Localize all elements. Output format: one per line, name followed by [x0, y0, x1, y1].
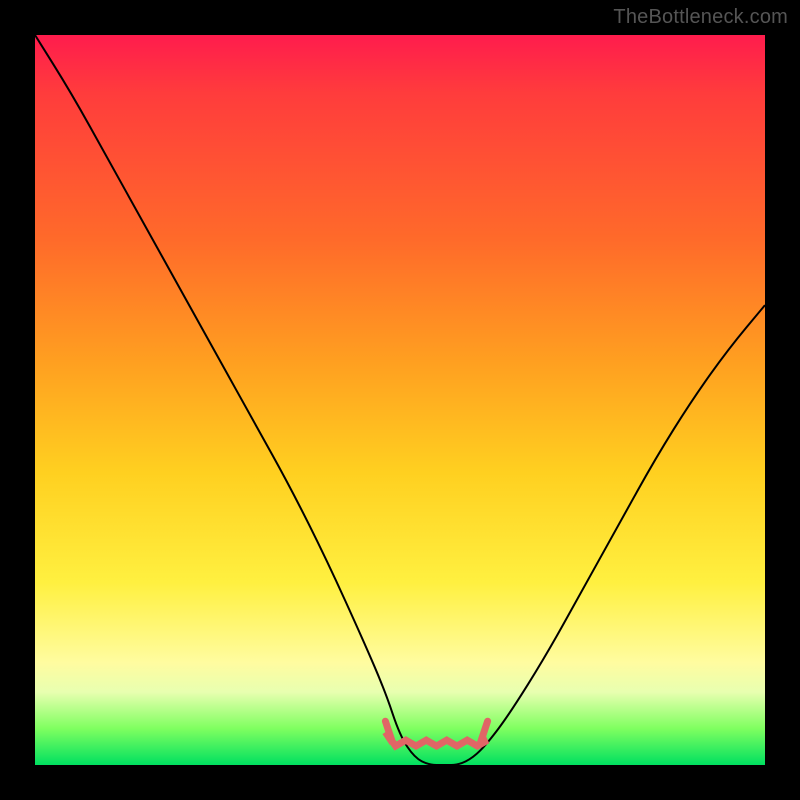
chart-svg: [35, 35, 765, 765]
plot-area: [35, 35, 765, 765]
chart-frame: TheBottleneck.com: [0, 0, 800, 800]
watermark-text: TheBottleneck.com: [613, 6, 788, 29]
bottleneck-curve: [35, 35, 765, 765]
